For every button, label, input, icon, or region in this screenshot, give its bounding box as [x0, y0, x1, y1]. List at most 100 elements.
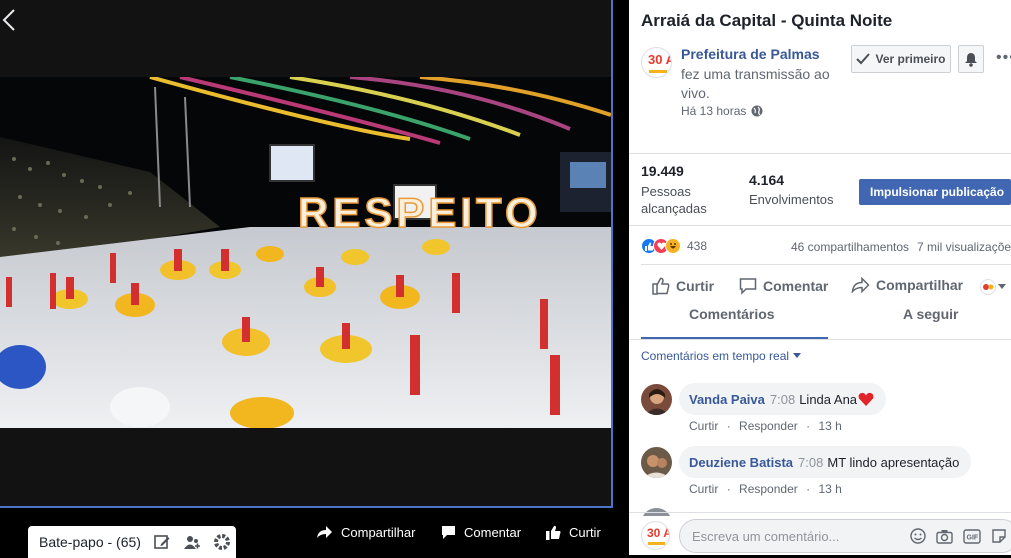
tab-following[interactable]: A seguir [903, 306, 959, 322]
dot-separator: · [726, 482, 731, 496]
tab-comments[interactable]: Comentários [689, 306, 775, 322]
post-timestamp[interactable]: Há 13 horas [681, 104, 763, 118]
camera-icon[interactable] [936, 529, 953, 544]
thumbs-up-icon [546, 525, 561, 540]
comments-filter-dropdown[interactable]: Comentários em tempo real [641, 349, 802, 363]
comment-reply-link[interactable]: Responder [739, 482, 798, 496]
emoji-icon[interactable] [910, 528, 926, 544]
dot-separator: · [806, 482, 811, 496]
notifications-button[interactable] [958, 45, 984, 73]
haha-reaction-icon [665, 238, 681, 254]
caret-down-icon [793, 353, 802, 358]
bell-icon [965, 52, 977, 67]
chat-panel-tab[interactable]: Bate-papo - (65) [28, 526, 236, 558]
divider [629, 153, 1011, 154]
reactions-count: 438 [687, 239, 708, 253]
video-stage-image: RESPEITO [0, 77, 611, 428]
more-options-icon[interactable]: ••• [996, 49, 1011, 67]
page-logo-icon [980, 279, 996, 295]
comment-author[interactable]: Vanda Paiva [689, 392, 765, 407]
comment-composer: GIF [679, 519, 1011, 553]
divider [629, 339, 1011, 340]
comment-age[interactable]: 13 h [818, 419, 841, 433]
globe-icon [751, 105, 763, 117]
comment-input[interactable] [692, 528, 902, 544]
post-title: Arraiá da Capital - Quinta Noite [641, 11, 893, 30]
comment-meta: Curtir · Responder · 13 h [689, 419, 847, 433]
composer-avatar: 30 ANOS [641, 521, 670, 550]
caret-down-icon [998, 284, 1006, 289]
comment-icon [739, 278, 757, 295]
comment-icon [442, 525, 455, 539]
comment-time[interactable]: 7:08 [798, 455, 823, 470]
gif-icon[interactable]: GIF [963, 528, 981, 544]
video-pane: RESPEITO Bate-papo - (65) Compartilhar C… [0, 0, 629, 558]
people-icon[interactable] [183, 533, 201, 551]
reactions-summary[interactable]: 438 [641, 238, 707, 254]
page-logo-icon: 30 ANOS [648, 52, 672, 73]
svg-text:30 ANOS: 30 ANOS [647, 526, 670, 540]
video-share-button[interactable]: Compartilhar [316, 521, 415, 543]
edit-icon[interactable] [153, 533, 171, 551]
post-comment-label: Comentar [763, 278, 829, 294]
divider [629, 225, 1011, 226]
video-player[interactable]: RESPEITO [0, 0, 613, 508]
dot-separator: · [726, 419, 731, 433]
comment-like-link[interactable]: Curtir [689, 482, 718, 496]
svg-text:30 ANOS: 30 ANOS [648, 52, 672, 67]
post-share-button[interactable]: Compartilhar [851, 277, 963, 293]
comment-bubble: Vanda Paiva 7:08 Linda Ana [679, 383, 887, 415]
post-like-button[interactable]: Curtir [652, 277, 714, 295]
divider [629, 512, 1011, 513]
dot-separator: · [806, 419, 811, 433]
share-icon [317, 526, 332, 538]
comment-time[interactable]: 7:08 [770, 392, 795, 407]
comment-text: MT lindo apresentação [827, 454, 960, 470]
post-description: fez uma transmissão ao vivo. [681, 66, 830, 101]
reach-value: 19.449 [641, 163, 684, 179]
back-chevron-icon[interactable] [2, 8, 16, 32]
video-comment-button[interactable]: Comentar [441, 521, 521, 543]
comment-meta: Curtir · Responder · 13 h [689, 482, 847, 496]
gear-icon[interactable] [213, 533, 231, 551]
comment-text: Linda Ana [799, 391, 858, 407]
timestamp-text: Há 13 horas [681, 104, 747, 118]
see-first-button[interactable]: Ver primeiro [851, 45, 951, 73]
video-like-label: Curtir [569, 524, 601, 540]
sticker-icon[interactable] [991, 528, 1007, 544]
engagement-value: 4.164 [749, 172, 785, 188]
boost-post-button[interactable]: Impulsionar publicação [859, 179, 1011, 205]
chat-label: Bate-papo - (65) [39, 534, 141, 550]
post-side-panel: Arraiá da Capital - Quinta Noite 30 ANOS… [629, 0, 1011, 555]
video-like-button[interactable]: Curtir [546, 521, 601, 543]
views-count: 7 mil visualizações [917, 240, 1011, 254]
comment-like-link[interactable]: Curtir [689, 419, 718, 433]
thumbs-up-icon [652, 277, 670, 295]
commenter-avatar[interactable] [641, 447, 672, 478]
stage-banner-text: RESPEITO [298, 189, 542, 236]
page-avatar[interactable]: 30 ANOS [641, 47, 672, 78]
post-share-label: Compartilhar [876, 277, 964, 293]
page-name-link[interactable]: Prefeitura de Palmas [681, 46, 820, 62]
post-like-label: Curtir [676, 278, 715, 294]
engagement-label: Envolvimentos [749, 192, 834, 207]
video-share-label: Compartilhar [341, 524, 416, 540]
comments-filter-label: Comentários em tempo real [641, 349, 790, 363]
svg-text:GIF: GIF [967, 534, 979, 541]
comment-reply-link[interactable]: Responder [739, 419, 798, 433]
see-first-label: Ver primeiro [875, 52, 946, 66]
shares-count[interactable]: 46 compartilhamentos [791, 240, 909, 254]
heart-icon [858, 392, 874, 406]
commenter-avatar[interactable] [641, 384, 672, 415]
post-as-selector[interactable] [980, 279, 1006, 295]
checkmark-icon [856, 53, 871, 65]
reach-label: Pessoas alcançadas [641, 184, 707, 216]
post-comment-button[interactable]: Comentar [739, 277, 828, 295]
page-logo-icon: 30 ANOS [647, 526, 670, 545]
comment-age[interactable]: 13 h [818, 482, 841, 496]
comment-bubble: Deuziene Batista 7:08 MT lindo apresenta… [679, 446, 972, 478]
divider [641, 264, 1011, 265]
video-comment-label: Comentar [464, 524, 522, 540]
share-icon [851, 277, 870, 293]
comment-author[interactable]: Deuziene Batista [689, 455, 793, 470]
